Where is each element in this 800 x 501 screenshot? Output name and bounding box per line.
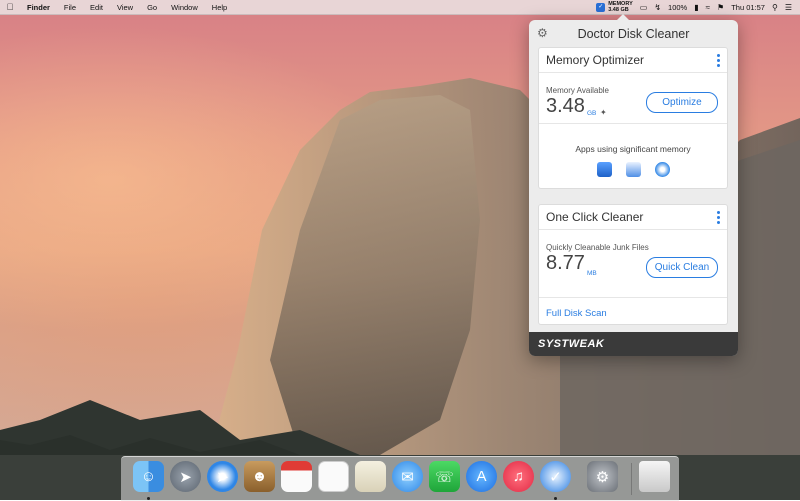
memory-available-label: Memory Available <box>546 86 609 95</box>
itunes-icon[interactable]: ♫ <box>503 461 534 492</box>
menu-help[interactable]: Help <box>205 3 234 12</box>
menu-edit[interactable]: Edit <box>83 3 110 12</box>
facetime-icon[interactable]: ☏ <box>429 461 460 492</box>
systweak-logo: SYSTWEAK <box>538 338 605 350</box>
apps-list <box>539 162 727 177</box>
panel-header: ⚙ Doctor Disk Cleaner <box>529 20 738 48</box>
preview-icon[interactable] <box>625 162 641 177</box>
wifi-icon[interactable]: ≈ <box>706 3 710 12</box>
memory-optimizer-title: Memory Optimizer <box>546 53 645 67</box>
dock: ☺ ➤ ➤ ☻ ✉ ☏ A ♫ ✓ ⚙ <box>121 456 679 501</box>
memory-available-value: 3.48 <box>546 95 585 117</box>
panel-title: Doctor Disk Cleaner <box>577 27 690 41</box>
flag-icon[interactable]: ⚑ <box>717 3 724 12</box>
panel-footer: SYSTWEAK <box>529 332 738 356</box>
doctor-disk-cleaner-popover: ⚙ Doctor Disk Cleaner Memory Optimizer M… <box>529 14 738 356</box>
junk-files-unit: MB <box>587 270 597 277</box>
memory-optimizer-card: Memory Optimizer Memory Available 3.48 G… <box>539 48 727 188</box>
clock[interactable]: Thu 01:57 <box>731 3 765 12</box>
calendar-icon[interactable] <box>281 461 312 492</box>
spotlight-icon[interactable]: ⚲ <box>772 3 778 12</box>
safari-icon[interactable] <box>654 162 670 177</box>
junk-files-label: Quickly Cleanable Junk Files <box>546 243 649 252</box>
display-icon[interactable]: ▭ <box>640 3 648 12</box>
app-store-icon[interactable] <box>596 162 612 177</box>
broom-icon: ✦ <box>600 108 607 117</box>
doctor-disk-cleaner-icon: ✓ <box>596 2 606 12</box>
menu-view[interactable]: View <box>110 3 140 12</box>
messages-icon[interactable]: ✉ <box>392 461 423 492</box>
app-store-icon[interactable]: A <box>466 461 497 492</box>
memory-stat: Memory Available 3.48 GB ✦ Optimize <box>539 73 727 124</box>
junk-files-value: 8.77 <box>546 252 585 274</box>
memory-available-unit: GB <box>587 110 597 117</box>
dock-separator <box>631 463 632 495</box>
trash-icon[interactable] <box>639 461 670 492</box>
doctor-disk-cleaner-icon[interactable]: ✓ <box>540 461 571 492</box>
one-click-cleaner-title: One Click Cleaner <box>546 210 644 224</box>
more-options-icon[interactable] <box>717 52 720 69</box>
system-preferences-icon[interactable]: ⚙ <box>587 461 618 492</box>
gear-icon[interactable]: ⚙ <box>537 27 549 39</box>
launchpad-icon[interactable]: ➤ <box>170 461 201 492</box>
junk-stat: Quickly Cleanable Junk Files 8.77 MB Qui… <box>539 230 727 298</box>
bluetooth-icon[interactable]: ↯ <box>654 3 661 12</box>
contacts-icon[interactable]: ☻ <box>244 461 275 492</box>
battery-icon[interactable]: ▮ <box>694 3 698 12</box>
battery-percent: 100% <box>668 2 688 12</box>
menu-window[interactable]: Window <box>164 3 205 12</box>
apps-using-memory-label: Apps using significant memory <box>575 144 691 154</box>
menu-go[interactable]: Go <box>140 3 164 12</box>
finder-icon[interactable]: ☺ <box>133 461 164 492</box>
menu-bar:  Finder File Edit View Go Window Help ✓… <box>0 0 800 15</box>
one-click-cleaner-card: One Click Cleaner Quickly Cleanable Junk… <box>539 205 727 324</box>
preview-icon[interactable] <box>355 461 386 492</box>
reminders-icon[interactable] <box>318 461 349 492</box>
more-options-icon[interactable] <box>717 209 720 226</box>
menu-file[interactable]: File <box>57 3 83 12</box>
full-disk-scan-link[interactable]: Full Disk Scan <box>546 308 607 319</box>
memory-indicator[interactable]: ✓ MEMORY 3.48 GB <box>596 1 633 13</box>
quick-clean-button[interactable]: Quick Clean <box>646 257 718 278</box>
menu-finder[interactable]: Finder <box>20 3 57 12</box>
apple-icon[interactable]:  <box>0 2 20 12</box>
memory-indicator-value: 3.48 GB <box>608 7 629 13</box>
safari-icon[interactable]: ➤ <box>207 461 238 492</box>
notification-center-icon[interactable]: ☰ <box>785 3 792 12</box>
optimize-button[interactable]: Optimize <box>646 92 718 113</box>
